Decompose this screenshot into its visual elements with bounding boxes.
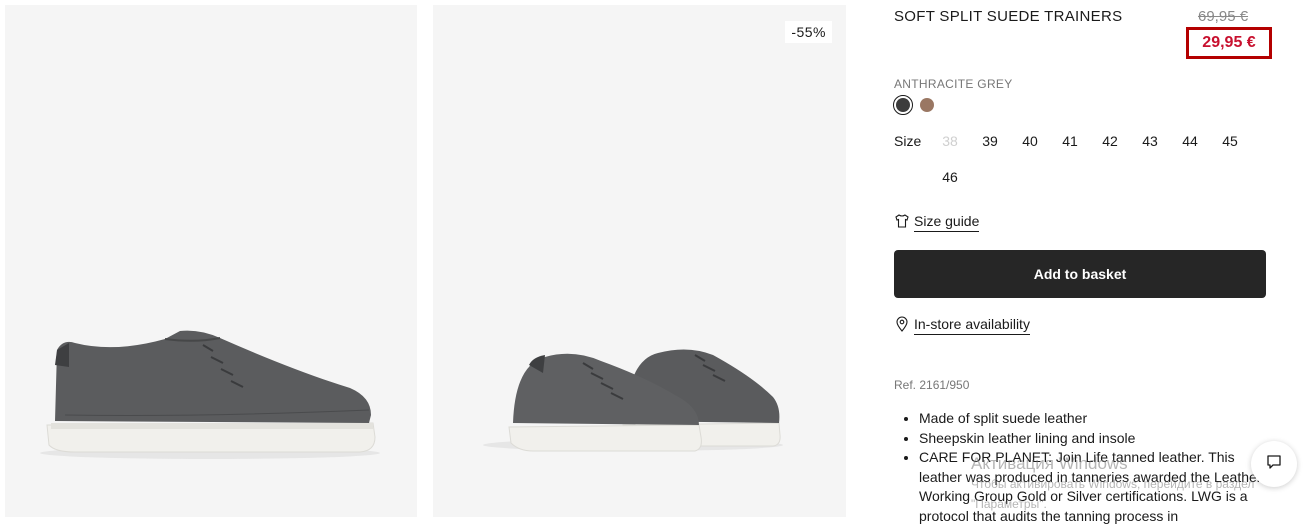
sale-price: 29,95 € [1202, 34, 1256, 51]
size-option-38: 38 [942, 133, 958, 149]
in-store-availability-label: In-store availability [914, 316, 1030, 335]
size-option-44[interactable]: 44 [1179, 133, 1201, 149]
chat-button[interactable] [1251, 441, 1297, 487]
product-title: SOFT SPLIT SUEDE TRAINERS [894, 8, 1123, 25]
size-label: Size [894, 133, 922, 149]
size-guide-link[interactable]: Size guide [894, 213, 980, 232]
list-item: Made of split suede leather [919, 409, 1275, 429]
location-pin-icon [894, 316, 910, 335]
product-image-side-view[interactable] [5, 5, 417, 517]
size-option-39[interactable]: 39 [979, 133, 1001, 149]
list-item: CARE FOR PLANET: Join Life tanned leathe… [919, 448, 1275, 526]
color-name: ANTHRACITE GREY [894, 77, 1013, 91]
add-to-basket-button[interactable]: Add to basket [894, 250, 1266, 298]
list-item: Sheepskin leather lining and insole [919, 429, 1275, 449]
discount-badge: -55% [785, 21, 832, 43]
swatch-brown[interactable] [920, 98, 934, 112]
sale-price-highlight: 29,95 € [1186, 27, 1272, 59]
product-image-pair-view[interactable]: -55% [433, 5, 846, 517]
size-guide-label: Size guide [914, 213, 980, 232]
trainer-pair-illustration [483, 349, 783, 452]
tshirt-icon [894, 213, 910, 232]
size-option-41[interactable]: 41 [1059, 133, 1081, 149]
trainer-side-illustration [40, 330, 380, 459]
size-option-46[interactable]: 46 [939, 169, 961, 185]
size-option-42[interactable]: 42 [1099, 133, 1121, 149]
size-option-43[interactable]: 43 [1139, 133, 1161, 149]
old-price: 69,95 € [1198, 8, 1249, 25]
product-reference: Ref. 2161/950 [894, 378, 970, 392]
product-details-list: Made of split suede leather Sheepskin le… [902, 409, 1275, 526]
size-option-45[interactable]: 45 [1219, 133, 1241, 149]
swatch-anthracite-grey[interactable] [893, 95, 913, 115]
chat-bubble-icon [1265, 453, 1283, 476]
in-store-availability-link[interactable]: In-store availability [894, 316, 1030, 335]
size-option-40[interactable]: 40 [1019, 133, 1041, 149]
